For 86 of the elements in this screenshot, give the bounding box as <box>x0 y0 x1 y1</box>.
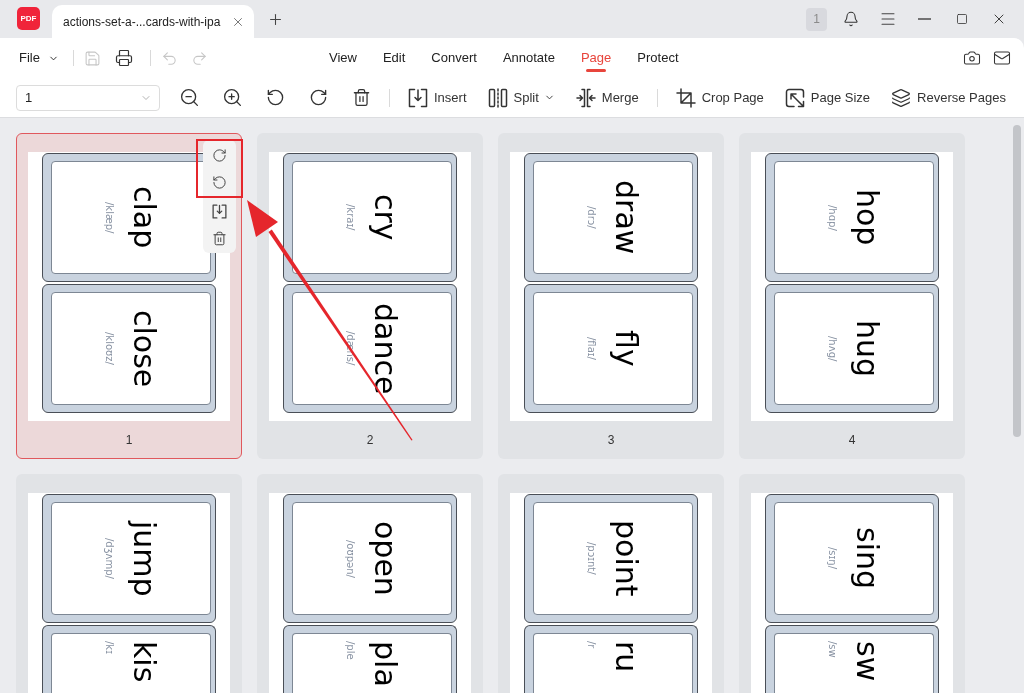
undo-icon <box>161 49 179 67</box>
card-word: sing <box>852 527 882 590</box>
menu-tab[interactable]: Page <box>580 38 612 78</box>
card-pronunciation: /kloʊz/ <box>103 332 115 365</box>
trash-icon <box>351 88 371 107</box>
page-thumbnail[interactable]: draw /drɔ/ fly /flaɪ/ 3 <box>498 133 724 459</box>
rotate-counterclockwise-icon <box>212 174 227 190</box>
mail-icon <box>993 49 1011 67</box>
toolbar-button[interactable]: Split <box>487 83 555 112</box>
page-thumbnail[interactable]: sing /sɪŋ/ sw /sw <box>739 474 965 693</box>
merge-arrows-icon <box>575 87 596 108</box>
card-word: draw <box>611 180 641 255</box>
zoom-in-icon <box>221 87 243 108</box>
zoom-out-icon <box>178 87 200 108</box>
card-word: clap <box>129 186 159 249</box>
trash-icon <box>212 231 227 246</box>
card-pronunciation: /oʊpən/ <box>344 539 356 578</box>
menu-tab[interactable]: Edit <box>382 38 406 78</box>
menu-tab[interactable]: Protect <box>637 38 679 78</box>
card-pronunciation: /sw <box>826 641 838 658</box>
card-word: open <box>370 521 400 596</box>
menu-tab[interactable]: Annotate <box>502 38 555 78</box>
resize-arrow-icon <box>784 87 805 108</box>
card-word: sw <box>852 641 882 682</box>
card-word: hug <box>852 319 882 378</box>
document-tab[interactable]: actions-set-a-...cards-with-ipa <box>52 5 255 38</box>
page-thumbnail[interactable]: open /oʊpən/ pla /ple <box>257 474 483 693</box>
card-word: jump <box>129 520 159 597</box>
card-pronunciation: /drɔ/ <box>585 206 597 229</box>
screenshot-button[interactable] <box>962 48 982 68</box>
printer-icon <box>114 49 133 67</box>
card-word: hop <box>852 189 882 246</box>
toolbar-button[interactable]: Page Size <box>784 83 871 112</box>
file-menu[interactable]: File <box>19 48 59 68</box>
rotate-clockwise-icon <box>212 147 227 163</box>
card-pronunciation: /r <box>585 641 597 649</box>
menu-tab[interactable]: View <box>329 38 357 78</box>
card-pronunciation: /flaɪ/ <box>585 337 597 360</box>
card-pronunciation: /klæp/ <box>103 201 115 234</box>
card-word: ru <box>611 641 641 673</box>
card-pronunciation: /sɪŋ/ <box>826 547 838 570</box>
card-pronunciation: /kraɪ/ <box>344 204 356 231</box>
page-number: 1 <box>125 431 133 449</box>
toolbar-button[interactable]: Insert <box>408 83 467 112</box>
save-icon <box>84 49 102 67</box>
crop-icon <box>675 87 696 108</box>
bracket-down-arrow-icon <box>212 204 227 219</box>
camera-icon <box>963 49 981 67</box>
split-columns-icon <box>487 87 508 108</box>
page-number-select[interactable]: 1 <box>16 84 160 111</box>
card-word: fly <box>611 330 641 367</box>
card-word: cry <box>370 194 400 241</box>
page-thumbnail[interactable]: clap /klæp/ close /kloʊz/ 1 <box>16 133 242 459</box>
logo-text: PDF <box>20 14 37 23</box>
maximize-icon <box>955 13 968 25</box>
card-pronunciation: /ple <box>344 641 356 660</box>
toolbar-button[interactable]: Crop Page <box>675 83 764 112</box>
page-number: 3 <box>607 431 615 449</box>
bell-icon <box>842 11 859 27</box>
card-pronunciation: /pɔɪnt/ <box>585 542 597 575</box>
toolbar-button[interactable]: Merge <box>575 83 639 112</box>
minimize-icon <box>918 18 931 20</box>
page-number: 2 <box>366 431 374 449</box>
rotate-counterclockwise-icon <box>265 88 285 107</box>
card-word: point <box>611 520 641 597</box>
page-thumbnail[interactable]: jump /dʒʌmp/ kis /kɪ <box>16 474 242 693</box>
card-word: dance <box>370 302 400 395</box>
page-thumbnail[interactable]: point /pɔɪnt/ ru /r <box>498 474 724 693</box>
card-word: close <box>129 309 159 388</box>
card-word: kis <box>129 641 159 683</box>
menu-icon <box>878 10 897 28</box>
page-thumbnail[interactable]: hop /hɑp/ hug /hʌg/ 4 <box>739 133 965 459</box>
bracket-down-arrow-icon <box>408 87 428 108</box>
card-pronunciation: /kɪ <box>103 641 115 654</box>
menu-tab[interactable]: Convert <box>431 38 477 78</box>
toolbar-button[interactable]: Reverse Pages <box>891 83 1006 112</box>
rotate-clockwise-icon <box>308 88 328 107</box>
page-number: 4 <box>848 431 856 449</box>
layers-icon <box>891 87 912 108</box>
card-pronunciation: /hɑp/ <box>826 204 838 231</box>
scrollbar-thumb[interactable] <box>1013 125 1021 437</box>
card-pronunciation: /dʒʌmp/ <box>103 538 115 579</box>
card-word: pla <box>370 641 400 687</box>
redo-icon <box>191 49 209 67</box>
card-pronunciation: /hʌg/ <box>826 335 838 362</box>
mail-button[interactable] <box>992 48 1012 68</box>
